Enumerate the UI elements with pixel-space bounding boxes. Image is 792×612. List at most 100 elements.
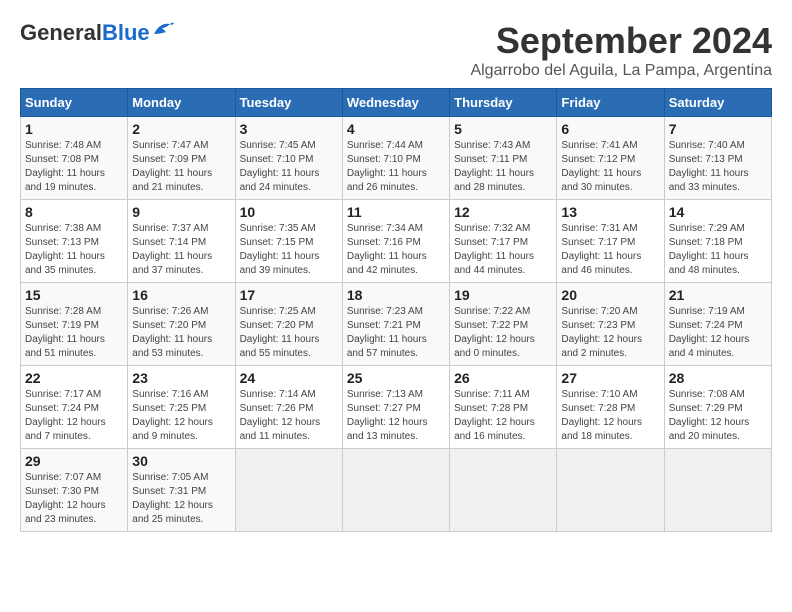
logo: GeneralBlue xyxy=(20,20,174,46)
day-info: Sunrise: 7:28 AM Sunset: 7:19 PM Dayligh… xyxy=(25,305,123,361)
calendar-cell: 4Sunrise: 7:44 AM Sunset: 7:10 PM Daylig… xyxy=(342,117,449,200)
calendar-cell: 30Sunrise: 7:05 AM Sunset: 7:31 PM Dayli… xyxy=(128,449,235,532)
calendar-week-4: 22 Sunrise: 7:17 AM Sunset: 7:24 PM Dayli… xyxy=(21,366,772,449)
day-info: Sunrise: 7:37 AM Sunset: 7:14 PM Dayligh… xyxy=(132,222,230,278)
day-info: Sunrise: 7:48 AM Sunset: 7:08 PM Dayligh… xyxy=(25,139,123,195)
day-info: Sunrise: 7:32 AM Sunset: 7:17 PM Dayligh… xyxy=(454,222,552,278)
day-info: Sunrise: 7:47 AM Sunset: 7:09 PM Dayligh… xyxy=(132,139,230,195)
header-wednesday: Wednesday xyxy=(342,89,449,117)
calendar-cell: 5 Sunrise: 7:43 AM Sunset: 7:11 PM Daylig… xyxy=(450,117,557,200)
day-info: Sunrise: 7:26 AM Sunset: 7:20 PM Dayligh… xyxy=(132,305,230,361)
day-number: 25 xyxy=(347,370,445,386)
day-number: 27 xyxy=(561,370,659,386)
day-info: Sunrise: 7:44 AM Sunset: 7:10 PM Dayligh… xyxy=(347,139,445,195)
month-title: September 2024 xyxy=(470,20,772,62)
calendar-cell: 12 Sunrise: 7:32 AM Sunset: 7:17 PM Dayli… xyxy=(450,200,557,283)
calendar-cell: 21 Sunrise: 7:19 AM Sunset: 7:24 PM Dayli… xyxy=(664,283,771,366)
day-info: Sunrise: 7:35 AM Sunset: 7:15 PM Dayligh… xyxy=(240,222,338,278)
calendar-cell: 7 Sunrise: 7:40 AM Sunset: 7:13 PM Daylig… xyxy=(664,117,771,200)
day-number: 28 xyxy=(669,370,767,386)
day-info: Sunrise: 7:08 AM Sunset: 7:29 PM Dayligh… xyxy=(669,388,767,444)
calendar-cell xyxy=(235,449,342,532)
day-info: Sunrise: 7:38 AM Sunset: 7:13 PM Dayligh… xyxy=(25,222,123,278)
day-number: 13 xyxy=(561,204,659,220)
calendar-cell: 23 Sunrise: 7:16 AM Sunset: 7:25 PM Dayli… xyxy=(128,366,235,449)
calendar-cell: 24Sunrise: 7:14 AM Sunset: 7:26 PM Dayli… xyxy=(235,366,342,449)
day-info: Sunrise: 7:29 AM Sunset: 7:18 PM Dayligh… xyxy=(669,222,767,278)
day-number: 29 xyxy=(25,453,123,469)
day-info: Sunrise: 7:34 AM Sunset: 7:16 PM Dayligh… xyxy=(347,222,445,278)
calendar-cell: 10 Sunrise: 7:35 AM Sunset: 7:15 PM Dayli… xyxy=(235,200,342,283)
day-info: Sunrise: 7:40 AM Sunset: 7:13 PM Dayligh… xyxy=(669,139,767,195)
calendar-cell xyxy=(664,449,771,532)
day-number: 18 xyxy=(347,287,445,303)
day-number: 6 xyxy=(561,121,659,137)
calendar-cell: 25 Sunrise: 7:13 AM Sunset: 7:27 PM Dayli… xyxy=(342,366,449,449)
day-number: 21 xyxy=(669,287,767,303)
logo-general: General xyxy=(20,20,102,45)
calendar-cell: 27 Sunrise: 7:10 AM Sunset: 7:28 PM Dayli… xyxy=(557,366,664,449)
day-number: 10 xyxy=(240,204,338,220)
calendar-week-2: 8 Sunrise: 7:38 AM Sunset: 7:13 PM Daylig… xyxy=(21,200,772,283)
day-number: 14 xyxy=(669,204,767,220)
day-info: Sunrise: 7:10 AM Sunset: 7:28 PM Dayligh… xyxy=(561,388,659,444)
day-number: 3 xyxy=(240,121,338,137)
calendar-cell: 26 Sunrise: 7:11 AM Sunset: 7:28 PM Dayli… xyxy=(450,366,557,449)
calendar-cell: 20Sunrise: 7:20 AM Sunset: 7:23 PM Dayli… xyxy=(557,283,664,366)
day-info: Sunrise: 7:43 AM Sunset: 7:11 PM Dayligh… xyxy=(454,139,552,195)
day-info: Sunrise: 7:11 AM Sunset: 7:28 PM Dayligh… xyxy=(454,388,552,444)
day-info: Sunrise: 7:17 AM Sunset: 7:24 PM Dayligh… xyxy=(25,388,123,444)
day-number: 9 xyxy=(132,204,230,220)
calendar-cell: 16 Sunrise: 7:26 AM Sunset: 7:20 PM Dayli… xyxy=(128,283,235,366)
day-info: Sunrise: 7:13 AM Sunset: 7:27 PM Dayligh… xyxy=(347,388,445,444)
day-number: 1 xyxy=(25,121,123,137)
day-number: 22 xyxy=(25,370,123,386)
day-number: 2 xyxy=(132,121,230,137)
calendar-cell: 2 Sunrise: 7:47 AM Sunset: 7:09 PM Daylig… xyxy=(128,117,235,200)
calendar-week-5: 29Sunrise: 7:07 AM Sunset: 7:30 PM Dayli… xyxy=(21,449,772,532)
day-number: 5 xyxy=(454,121,552,137)
page-header: GeneralBlue September 2024 Algarrobo del… xyxy=(20,20,772,80)
header-thursday: Thursday xyxy=(450,89,557,117)
calendar-cell: 28 Sunrise: 7:08 AM Sunset: 7:29 PM Dayli… xyxy=(664,366,771,449)
day-number: 24 xyxy=(240,370,338,386)
day-info: Sunrise: 7:20 AM Sunset: 7:23 PM Dayligh… xyxy=(561,305,659,361)
day-number: 26 xyxy=(454,370,552,386)
day-number: 8 xyxy=(25,204,123,220)
calendar-cell: 17Sunrise: 7:25 AM Sunset: 7:20 PM Dayli… xyxy=(235,283,342,366)
calendar-cell: 15Sunrise: 7:28 AM Sunset: 7:19 PM Dayli… xyxy=(21,283,128,366)
calendar-cell: 11Sunrise: 7:34 AM Sunset: 7:16 PM Dayli… xyxy=(342,200,449,283)
day-number: 12 xyxy=(454,204,552,220)
header-tuesday: Tuesday xyxy=(235,89,342,117)
header-saturday: Saturday xyxy=(664,89,771,117)
calendar-cell: 1 Sunrise: 7:48 AM Sunset: 7:08 PM Daylig… xyxy=(21,117,128,200)
day-info: Sunrise: 7:41 AM Sunset: 7:12 PM Dayligh… xyxy=(561,139,659,195)
logo-bird-icon xyxy=(152,20,174,38)
day-info: Sunrise: 7:45 AM Sunset: 7:10 PM Dayligh… xyxy=(240,139,338,195)
header-sunday: Sunday xyxy=(21,89,128,117)
days-header-row: Sunday Monday Tuesday Wednesday Thursday… xyxy=(21,89,772,117)
day-info: Sunrise: 7:23 AM Sunset: 7:21 PM Dayligh… xyxy=(347,305,445,361)
calendar-cell: 22 Sunrise: 7:17 AM Sunset: 7:24 PM Dayli… xyxy=(21,366,128,449)
calendar-cell: 6 Sunrise: 7:41 AM Sunset: 7:12 PM Daylig… xyxy=(557,117,664,200)
calendar-cell: 19Sunrise: 7:22 AM Sunset: 7:22 PM Dayli… xyxy=(450,283,557,366)
day-number: 16 xyxy=(132,287,230,303)
day-number: 17 xyxy=(240,287,338,303)
day-number: 30 xyxy=(132,453,230,469)
calendar-cell: 3 Sunrise: 7:45 AM Sunset: 7:10 PM Daylig… xyxy=(235,117,342,200)
day-number: 23 xyxy=(132,370,230,386)
header-friday: Friday xyxy=(557,89,664,117)
calendar-cell xyxy=(450,449,557,532)
calendar-cell: 13 Sunrise: 7:31 AM Sunset: 7:17 PM Dayli… xyxy=(557,200,664,283)
day-number: 7 xyxy=(669,121,767,137)
calendar-cell: 8 Sunrise: 7:38 AM Sunset: 7:13 PM Daylig… xyxy=(21,200,128,283)
calendar-cell: 29Sunrise: 7:07 AM Sunset: 7:30 PM Dayli… xyxy=(21,449,128,532)
logo-blue: Blue xyxy=(102,20,150,45)
calendar-cell: 18 Sunrise: 7:23 AM Sunset: 7:21 PM Dayli… xyxy=(342,283,449,366)
day-info: Sunrise: 7:19 AM Sunset: 7:24 PM Dayligh… xyxy=(669,305,767,361)
day-info: Sunrise: 7:31 AM Sunset: 7:17 PM Dayligh… xyxy=(561,222,659,278)
title-block: September 2024 Algarrobo del Aguila, La … xyxy=(470,20,772,80)
day-info: Sunrise: 7:16 AM Sunset: 7:25 PM Dayligh… xyxy=(132,388,230,444)
calendar-cell: 9 Sunrise: 7:37 AM Sunset: 7:14 PM Daylig… xyxy=(128,200,235,283)
header-monday: Monday xyxy=(128,89,235,117)
